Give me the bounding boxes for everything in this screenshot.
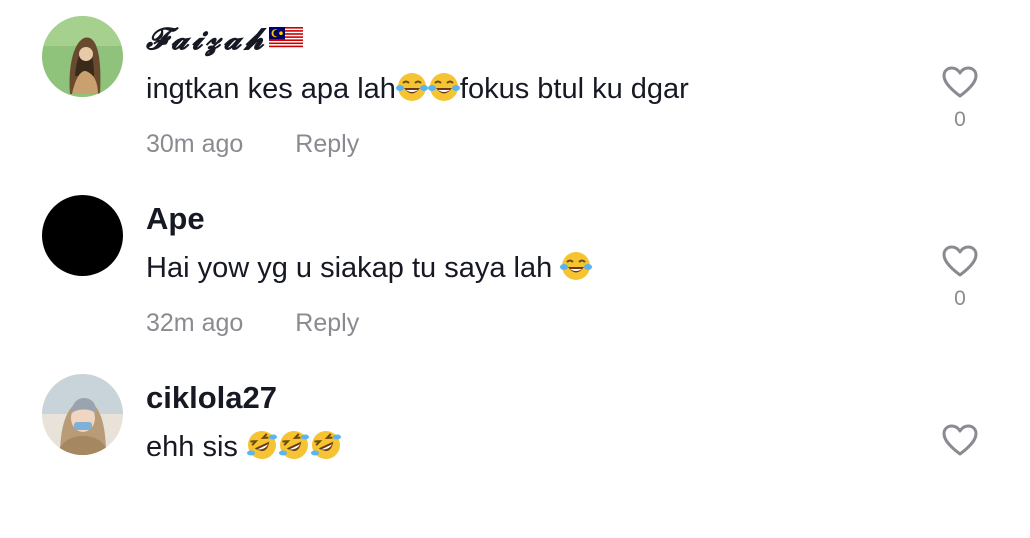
username-text: 𝓕𝓪𝓲𝔃𝓪𝓱 <box>146 22 267 57</box>
like-count: 0 <box>954 108 966 131</box>
like-count: 0 <box>954 287 966 310</box>
face-with-tears-of-joy-icon <box>427 73 460 102</box>
comment-text-part: fokus btul ku dgar <box>459 73 689 105</box>
comment-text: ingtkan kes apa lah fokus btul ku dgar <box>146 70 689 108</box>
like-control: 0 <box>940 66 980 132</box>
comment-text-part: Hai yow yg u siakap tu saya lah <box>146 252 561 284</box>
comment-meta: 32m ago Reply <box>146 307 359 339</box>
username[interactable]: 𝓕𝓪𝓲𝔃𝓪𝓱 <box>146 20 303 60</box>
rolling-on-the-floor-laughing-icon <box>310 431 341 460</box>
heart-icon[interactable] <box>942 245 978 277</box>
face-with-tears-of-joy-icon <box>395 73 428 102</box>
comment-text-part: ingtkan kes apa lah <box>146 73 396 105</box>
comment-item: Ape Hai yow yg u siakap tu saya lah 32m … <box>0 179 1030 359</box>
heart-icon[interactable] <box>942 424 978 456</box>
malaysia-flag-icon <box>268 27 303 49</box>
reply-button[interactable]: Reply <box>295 307 359 339</box>
avatar[interactable] <box>42 195 123 276</box>
comment-text-part: ehh sis <box>146 431 246 463</box>
comment-meta: 30m ago Reply <box>146 128 359 160</box>
like-control <box>940 424 980 456</box>
username[interactable]: Ape <box>146 199 205 239</box>
username[interactable]: ciklola27 <box>146 378 277 418</box>
avatar-image <box>42 374 123 455</box>
rolling-on-the-floor-laughing-icon <box>278 431 309 460</box>
avatar-image <box>42 16 123 97</box>
timestamp: 32m ago <box>146 309 244 337</box>
reply-button[interactable]: Reply <box>295 128 359 160</box>
comment-text: ehh sis <box>146 428 342 466</box>
rolling-on-the-floor-laughing-icon <box>246 431 277 460</box>
heart-icon[interactable] <box>942 66 978 98</box>
avatar-image <box>42 195 123 276</box>
face-with-tears-of-joy-icon <box>560 252 593 281</box>
comment-item: 𝓕𝓪𝓲𝔃𝓪𝓱 ingtkan kes apa lah fokus btul ku… <box>0 0 1030 180</box>
like-control: 0 <box>940 245 980 311</box>
comment-item: ciklola27 ehh sis <box>0 358 1030 538</box>
comment-text: Hai yow yg u siakap tu saya lah <box>146 249 593 287</box>
avatar[interactable] <box>42 374 123 455</box>
timestamp: 30m ago <box>146 130 244 158</box>
avatar[interactable] <box>42 16 123 97</box>
